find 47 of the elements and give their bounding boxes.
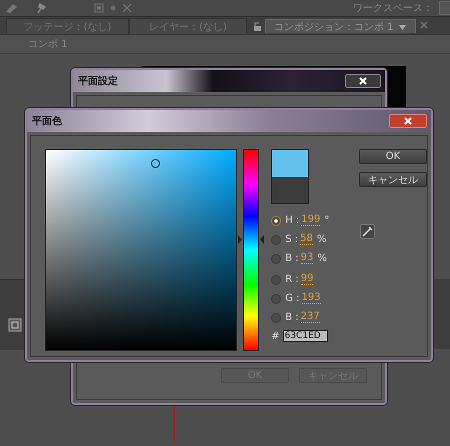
channel-value[interactable]: 99 bbox=[300, 274, 314, 285]
radio-button[interactable] bbox=[271, 294, 282, 304]
color-field[interactable] bbox=[45, 149, 237, 351]
channel-label: G : bbox=[285, 293, 300, 304]
radio-button[interactable] bbox=[271, 312, 282, 322]
channel-value[interactable]: 93 bbox=[300, 253, 314, 264]
dropdown-icon[interactable] bbox=[398, 22, 407, 30]
film-icon[interactable] bbox=[8, 318, 22, 332]
channel-label: R : bbox=[285, 274, 299, 285]
dialog-title: 平面設定 bbox=[78, 74, 118, 88]
hue-slider[interactable] bbox=[238, 149, 262, 351]
unit-label: ° bbox=[324, 215, 330, 226]
close-icon[interactable] bbox=[420, 21, 428, 29]
snap-icon[interactable] bbox=[94, 3, 104, 13]
unit-label: % bbox=[317, 253, 327, 264]
channel-value[interactable]: 237 bbox=[300, 312, 320, 323]
channel-value[interactable]: 193 bbox=[302, 293, 321, 304]
channel-value[interactable]: 199 bbox=[301, 215, 320, 226]
composition-name[interactable]: コンポ 1 bbox=[28, 37, 68, 51]
dot-icon[interactable] bbox=[110, 5, 116, 11]
hex-label: # bbox=[271, 330, 280, 342]
radio-button[interactable] bbox=[271, 254, 282, 264]
channel-label: B : bbox=[285, 253, 299, 264]
radio-button[interactable] bbox=[271, 234, 282, 244]
channel-value[interactable]: 58 bbox=[300, 234, 313, 245]
lock-icon[interactable] bbox=[251, 20, 263, 32]
channel-label: B : bbox=[285, 312, 299, 323]
dialog-title: 平面色 bbox=[32, 114, 62, 128]
side-panel bbox=[433, 279, 450, 349]
unit-label: % bbox=[316, 234, 326, 245]
dialog-button[interactable]: OK bbox=[358, 149, 427, 164]
panel-tab[interactable]: コンポジション：コンポ 1 bbox=[265, 19, 416, 33]
radio-button[interactable] bbox=[271, 216, 282, 226]
eyedropper-icon[interactable] bbox=[360, 224, 375, 239]
channel-label: S : bbox=[285, 234, 298, 245]
slider-thumb[interactable] bbox=[238, 235, 264, 244]
channel-label: H : bbox=[285, 215, 300, 226]
time-indicator bbox=[173, 404, 175, 442]
hex-input-field[interactable]: 63C1ED bbox=[282, 330, 328, 342]
color-swatch bbox=[271, 149, 310, 204]
close-button[interactable] bbox=[345, 74, 381, 88]
color-marker[interactable] bbox=[150, 159, 160, 168]
close-button[interactable] bbox=[389, 114, 427, 128]
dialog-button[interactable]: キャンセル bbox=[358, 172, 427, 187]
eraser-icon[interactable] bbox=[4, 2, 18, 14]
workspace-label: ワークスペース： bbox=[353, 2, 433, 15]
radio-button[interactable] bbox=[271, 274, 282, 284]
